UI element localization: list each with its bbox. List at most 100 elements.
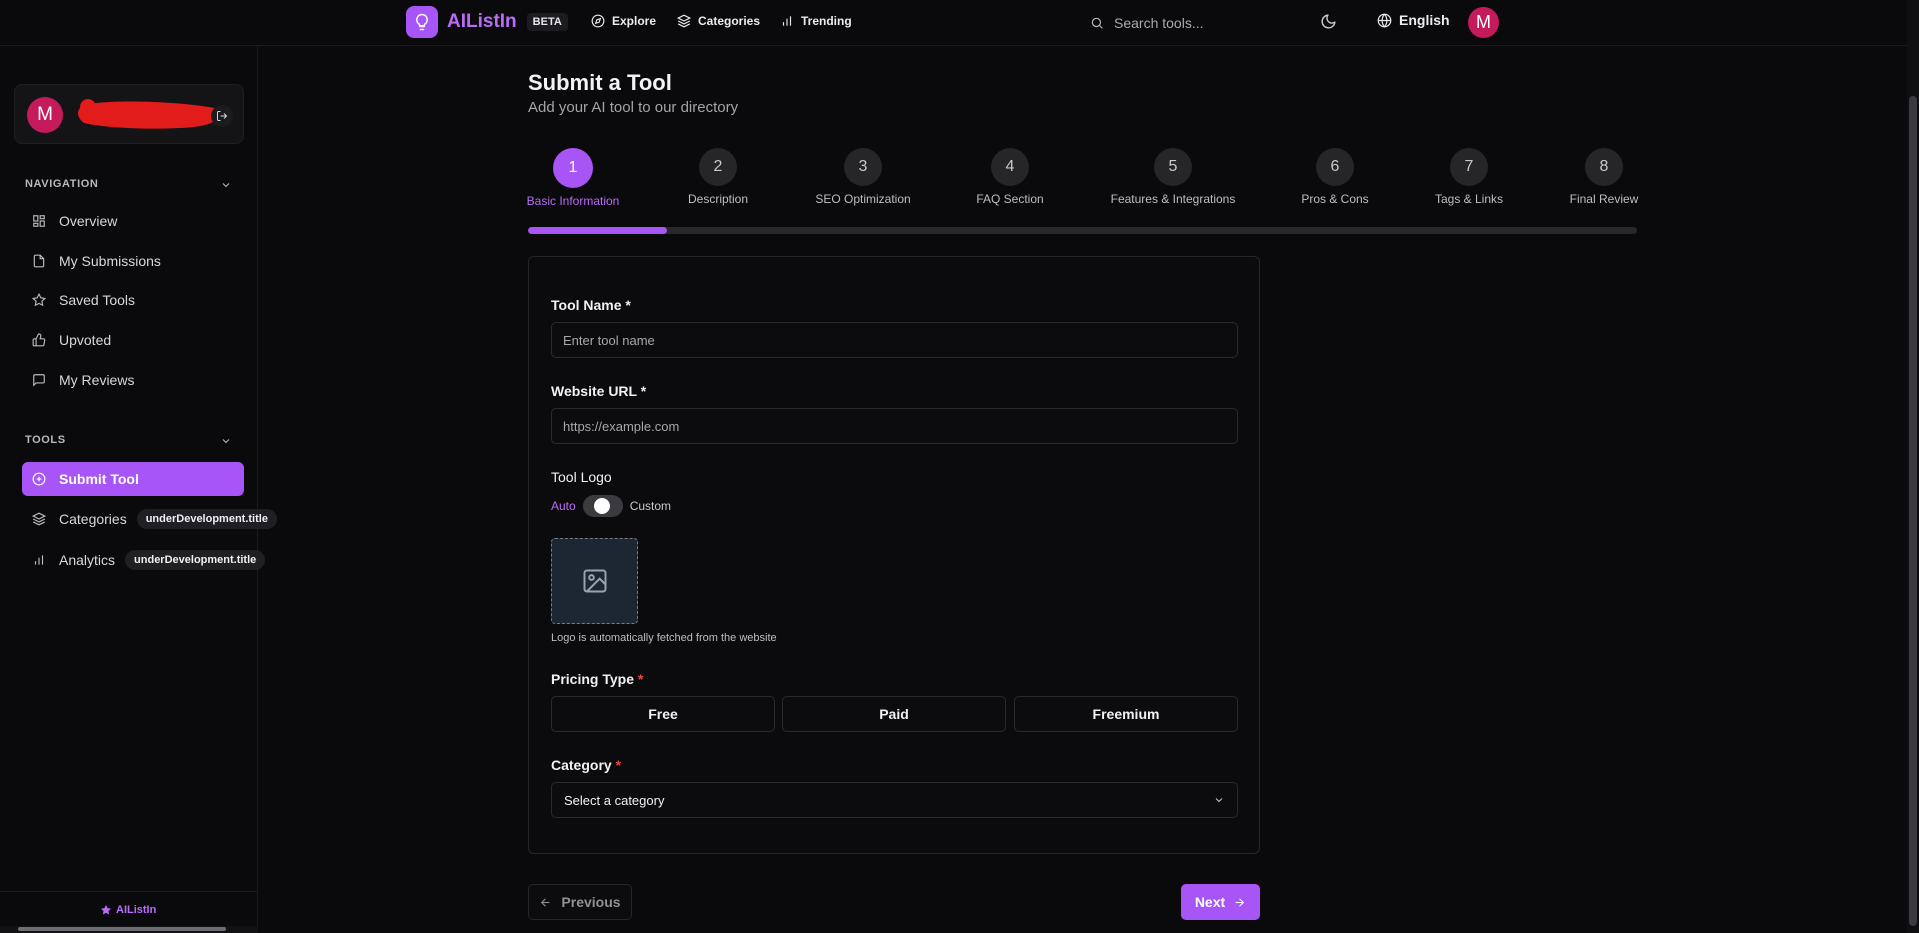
bar-chart-icon xyxy=(782,16,792,26)
logout-button[interactable] xyxy=(211,105,233,127)
search-input[interactable] xyxy=(1114,15,1284,31)
avatar[interactable]: M xyxy=(27,97,63,133)
sidebar-item-submit-tool[interactable]: Submit Tool xyxy=(22,462,244,496)
sidebar-item-label: Upvoted xyxy=(59,332,112,348)
step-number: 3 xyxy=(844,148,882,186)
top-navigation-bar: AIListIn BETA Explore Categories Trendin… xyxy=(0,0,1919,46)
sidebar-item-upvoted[interactable]: Upvoted xyxy=(22,323,244,357)
user-avatar[interactable]: M xyxy=(1468,7,1499,38)
step-number: 7 xyxy=(1450,148,1488,186)
previous-button[interactable]: Previous xyxy=(528,884,632,920)
image-icon xyxy=(583,569,606,593)
scrollbar-thumb[interactable] xyxy=(1909,96,1917,926)
sidebar-footer-label: AIListIn xyxy=(116,904,157,916)
logo-mode-custom-label[interactable]: Custom xyxy=(630,499,671,513)
step-1[interactable]: 1 Basic Information xyxy=(493,148,653,208)
step-number: 2 xyxy=(699,148,737,186)
plus-circle-icon xyxy=(32,472,46,486)
step-2[interactable]: 2 Description xyxy=(638,148,798,206)
progress-fill xyxy=(528,227,667,234)
status-badge: underDevelopment.title xyxy=(136,509,277,529)
step-number: 6 xyxy=(1316,148,1354,186)
pricing-free-button[interactable]: Free xyxy=(551,696,775,732)
sidebar-item-my-submissions[interactable]: My Submissions xyxy=(22,244,244,278)
sidebar-item-label: Overview xyxy=(59,213,118,229)
logout-icon xyxy=(217,111,228,121)
sidebar-item-saved-tools[interactable]: Saved Tools xyxy=(22,283,244,317)
layers-icon xyxy=(32,512,46,526)
next-button[interactable]: Next xyxy=(1181,884,1260,920)
chevron-down-icon[interactable] xyxy=(220,435,232,447)
brand[interactable]: AIListIn BETA xyxy=(406,6,568,38)
step-number: 1 xyxy=(553,148,593,188)
nav-trending[interactable]: Trending xyxy=(780,14,852,28)
page-subtitle: Add your AI tool to our directory xyxy=(528,99,739,116)
nav-categories[interactable]: Categories xyxy=(677,14,760,28)
category-select[interactable]: Select a category xyxy=(551,782,1238,818)
step-5[interactable]: 5 Features & Integrations xyxy=(1093,148,1253,206)
category-select-value: Select a category xyxy=(564,792,665,808)
nav-explore-label: Explore xyxy=(612,14,657,28)
step-8[interactable]: 8 Final Review xyxy=(1524,148,1684,206)
logo-mode-toggle[interactable] xyxy=(582,495,623,517)
pricing-type-label-text: Pricing Type xyxy=(551,671,634,687)
logo-mode-auto-label[interactable]: Auto xyxy=(551,499,576,513)
category-label-text: Category xyxy=(551,757,612,773)
required-mark: * xyxy=(615,757,622,773)
next-button-label: Next xyxy=(1194,894,1226,910)
search-box[interactable] xyxy=(1090,12,1300,34)
step-label: Final Review xyxy=(1569,192,1639,206)
chevron-down-icon xyxy=(1215,798,1223,803)
tool-logo-label: Tool Logo xyxy=(551,469,612,485)
step-label: Basic Information xyxy=(526,194,620,208)
navigation-section-title: NAVIGATION xyxy=(25,178,99,190)
website-url-input[interactable] xyxy=(551,408,1238,444)
tools-section-title: TOOLS xyxy=(25,434,66,446)
pricing-type-label: Pricing Type * xyxy=(551,671,643,687)
star-icon xyxy=(32,293,46,307)
required-mark: * xyxy=(637,671,644,687)
moon-icon[interactable] xyxy=(1320,13,1337,35)
pricing-freemium-button[interactable]: Freemium xyxy=(1014,696,1238,732)
page-scrollbar[interactable] xyxy=(1907,0,1919,933)
compass-icon xyxy=(591,14,605,28)
globe-icon xyxy=(1377,12,1392,28)
step-3[interactable]: 3 SEO Optimization xyxy=(783,148,943,206)
toggle-knob xyxy=(593,498,610,514)
pricing-paid-button[interactable]: Paid xyxy=(782,696,1006,732)
step-label: Features & Integrations xyxy=(1110,192,1236,206)
redaction-mark xyxy=(78,99,222,129)
sidebar-horizontal-scrollbar[interactable] xyxy=(0,926,258,933)
scrollbar-thumb[interactable] xyxy=(18,927,226,931)
sidebar: M NAVIGATION Overview My Submissions Sav… xyxy=(0,46,277,933)
sidebar-item-categories[interactable]: Categories underDevelopment.title xyxy=(22,502,277,536)
category-label: Category * xyxy=(551,757,621,773)
step-label: SEO Optimization xyxy=(815,192,911,206)
arrow-right-icon xyxy=(1235,897,1245,907)
file-icon xyxy=(33,254,45,268)
sidebar-item-label: Saved Tools xyxy=(59,292,136,308)
layers-icon xyxy=(677,14,691,28)
sidebar-item-label: My Reviews xyxy=(59,372,135,388)
tool-name-label: Tool Name * xyxy=(551,297,631,313)
tool-name-input[interactable] xyxy=(551,322,1238,358)
required-mark: * xyxy=(625,297,631,313)
sidebar-item-my-reviews[interactable]: My Reviews xyxy=(22,363,244,397)
sidebar-item-analytics[interactable]: Analytics underDevelopment.title xyxy=(22,543,266,577)
status-badge: underDevelopment.title xyxy=(125,550,266,570)
sidebar-item-overview[interactable]: Overview xyxy=(22,204,244,238)
nav-explore[interactable]: Explore xyxy=(591,14,656,28)
grid-icon xyxy=(33,215,45,227)
beta-badge: BETA xyxy=(526,13,568,31)
step-number: 8 xyxy=(1585,148,1623,186)
tool-name-label-text: Tool Name xyxy=(551,297,622,313)
sidebar-footer-brand[interactable]: AIListIn xyxy=(100,904,156,916)
language-selector[interactable]: English xyxy=(1377,12,1450,28)
chevron-down-icon[interactable] xyxy=(220,179,232,191)
nav-trending-label: Trending xyxy=(801,14,852,28)
thumbs-up-icon xyxy=(32,333,46,347)
language-label: English xyxy=(1399,12,1450,28)
step-4[interactable]: 4 FAQ Section xyxy=(930,148,1090,206)
logo-preview xyxy=(551,538,638,624)
sidebar-item-label: My Submissions xyxy=(59,253,161,269)
